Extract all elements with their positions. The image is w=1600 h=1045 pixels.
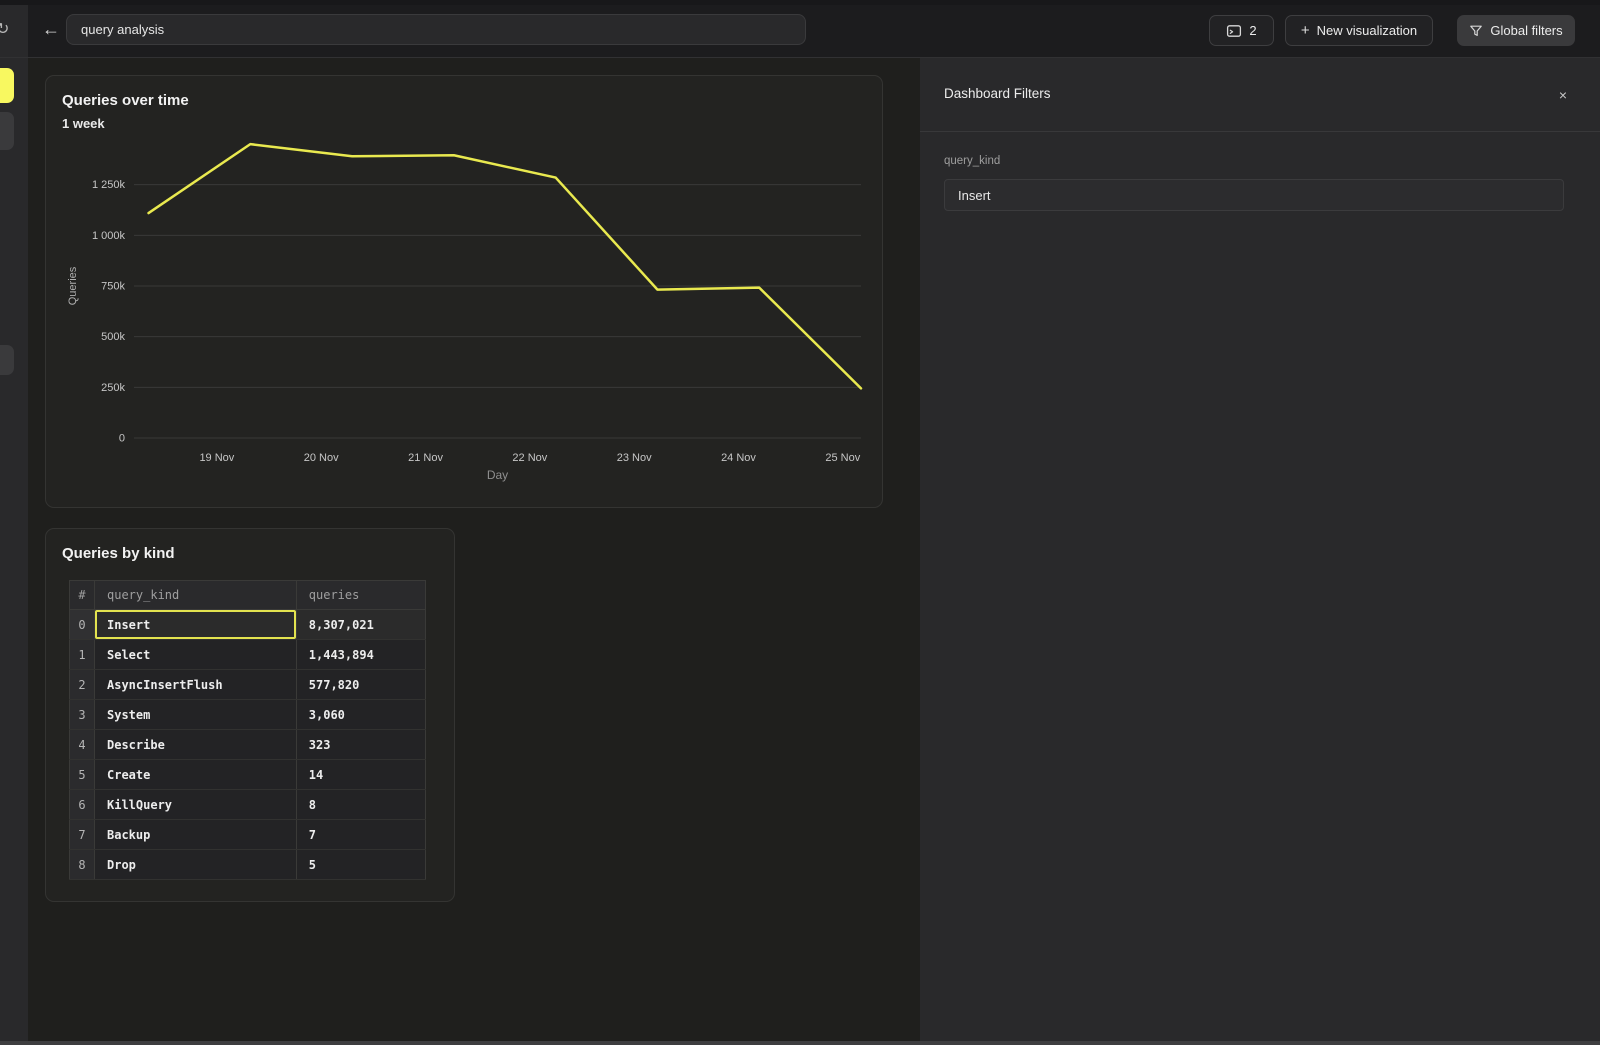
topbar: ← 2 + New visualization Global filters xyxy=(28,0,1600,57)
dashboard-filters-panel: Dashboard Filters × query_kind xyxy=(920,58,1600,1045)
table-row: 1Select1,443,894 xyxy=(70,640,426,670)
query-kind-cell[interactable]: Describe xyxy=(95,730,297,760)
query-kind-filter-input[interactable] xyxy=(944,179,1564,211)
sidebar-item[interactable] xyxy=(0,345,14,375)
plus-icon: + xyxy=(1301,22,1310,39)
x-tick-label: 24 Nov xyxy=(721,452,756,464)
row-index-cell[interactable]: 8 xyxy=(70,850,95,880)
queries-value-cell[interactable]: 3,060 xyxy=(296,700,425,730)
row-index-cell[interactable]: 5 xyxy=(70,760,95,790)
query-kind-cell[interactable]: KillQuery xyxy=(95,790,297,820)
global-filters-label: Global filters xyxy=(1490,23,1562,38)
filter-field-label: query_kind xyxy=(944,155,1000,167)
query-kind-cell[interactable]: AsyncInsertFlush xyxy=(95,670,297,700)
row-index-cell[interactable]: 1 xyxy=(70,640,95,670)
query-kind-cell[interactable]: Backup xyxy=(95,820,297,850)
x-tick-label: 19 Nov xyxy=(199,452,234,464)
panel-divider xyxy=(920,131,1600,132)
table-row: 6KillQuery8 xyxy=(70,790,426,820)
new-visualization-button[interactable]: + New visualization xyxy=(1285,15,1433,46)
table-row: 8Drop5 xyxy=(70,850,426,880)
sidebar-item-active[interactable] xyxy=(0,68,14,103)
visualization-count: 2 xyxy=(1249,23,1256,38)
query-kind-cell[interactable]: Drop xyxy=(95,850,297,880)
queries-line-chart[interactable]: 0 250k 500k 750k 1 000k 1 250k Queries 19 Nov 20… xyxy=(46,76,882,507)
funnel-icon xyxy=(1469,24,1483,38)
column-header[interactable]: query_kind xyxy=(95,581,297,610)
back-button[interactable]: ← xyxy=(36,14,66,44)
y-tick-label: 500k xyxy=(101,331,125,343)
x-tick-label: 25 Nov xyxy=(825,452,860,464)
table-row: 4Describe323 xyxy=(70,730,426,760)
x-axis-label: Day xyxy=(487,468,508,482)
visualization-count-button[interactable]: 2 xyxy=(1209,15,1274,46)
column-header[interactable]: queries xyxy=(296,581,425,610)
table-row: 5Create14 xyxy=(70,760,426,790)
panel-title: Dashboard Filters xyxy=(944,86,1051,101)
y-axis-label: Queries xyxy=(67,266,79,305)
x-tick-label: 23 Nov xyxy=(617,452,652,464)
queries-value-cell[interactable]: 14 xyxy=(296,760,425,790)
left-sidebar: ↻ xyxy=(0,0,28,1045)
table-row: 0Insert8,307,021 xyxy=(70,610,426,640)
queries-value-cell[interactable]: 1,443,894 xyxy=(296,640,425,670)
y-tick-label: 250k xyxy=(101,382,125,394)
window-top-edge xyxy=(0,0,1600,5)
table-row: 7Backup7 xyxy=(70,820,426,850)
x-tick-label: 20 Nov xyxy=(304,452,339,464)
row-index-cell[interactable]: 6 xyxy=(70,790,95,820)
row-index-cell[interactable]: 7 xyxy=(70,820,95,850)
table-row: 3System3,060 xyxy=(70,700,426,730)
queries-value-cell[interactable]: 5 xyxy=(296,850,425,880)
y-tick-label: 750k xyxy=(101,281,125,293)
queries-value-cell[interactable]: 7 xyxy=(296,820,425,850)
row-index-cell[interactable]: 2 xyxy=(70,670,95,700)
x-tick-label: 21 Nov xyxy=(408,452,443,464)
column-header[interactable]: # xyxy=(70,581,95,610)
queries-value-cell[interactable]: 8 xyxy=(296,790,425,820)
table-title: Queries by kind xyxy=(62,545,175,562)
sidebar-item[interactable] xyxy=(0,112,14,150)
table-row: 2AsyncInsertFlush577,820 xyxy=(70,670,426,700)
y-tick-label: 0 xyxy=(119,433,125,445)
query-kind-cell[interactable]: Create xyxy=(95,760,297,790)
global-filters-button[interactable]: Global filters xyxy=(1457,15,1575,46)
queries-series-line xyxy=(149,144,861,388)
queries-by-kind-card: Queries by kind #query_kindqueries 0Inse… xyxy=(45,528,455,902)
window-bottom-edge xyxy=(0,1041,1600,1045)
query-kind-cell[interactable]: Select xyxy=(95,640,297,670)
topbar-divider xyxy=(0,57,1600,58)
new-visualization-label: New visualization xyxy=(1317,23,1417,38)
y-tick-label: 1 250k xyxy=(92,179,126,191)
close-panel-button[interactable]: × xyxy=(1552,84,1574,106)
main-content: Queries over time 1 week 0250k500k750k1 … xyxy=(28,58,920,1045)
query-kind-cell[interactable]: Insert xyxy=(95,610,297,640)
dashboard-title-input[interactable] xyxy=(66,14,806,45)
table-header: #query_kindqueries xyxy=(70,581,426,610)
y-tick-label: 1 000k xyxy=(92,230,126,242)
refresh-icon[interactable]: ↻ xyxy=(0,19,9,39)
close-icon: × xyxy=(1559,87,1567,103)
row-index-cell[interactable]: 0 xyxy=(70,610,95,640)
console-icon xyxy=(1226,23,1242,39)
row-index-cell[interactable]: 3 xyxy=(70,700,95,730)
queries-value-cell[interactable]: 8,307,021 xyxy=(296,610,425,640)
queries-value-cell[interactable]: 577,820 xyxy=(296,670,425,700)
queries-value-cell[interactable]: 323 xyxy=(296,730,425,760)
x-tick-label: 22 Nov xyxy=(512,452,547,464)
row-index-cell[interactable]: 4 xyxy=(70,730,95,760)
back-arrow-icon: ← xyxy=(42,19,60,40)
queries-over-time-card: Queries over time 1 week 0250k500k750k1 … xyxy=(45,75,883,508)
queries-table: #query_kindqueries 0Insert8,307,0211Sele… xyxy=(69,580,426,880)
query-kind-cell[interactable]: System xyxy=(95,700,297,730)
